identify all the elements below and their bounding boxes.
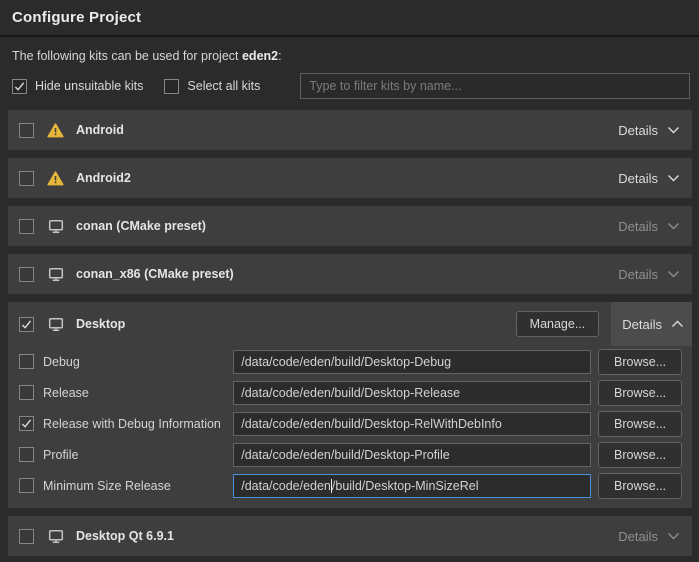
config-label: Release with Debug Information (43, 417, 233, 431)
details-label: Details (618, 123, 658, 138)
kits-hint-text: The following kits can be used for proje… (0, 37, 699, 63)
kit-name: Android2 (76, 171, 131, 185)
details-label: Details (618, 171, 658, 186)
hide-unsuitable-kits-option[interactable]: Hide unsuitable kits (12, 79, 143, 94)
config-label: Debug (43, 355, 233, 369)
config-checkbox[interactable] (19, 478, 34, 493)
details-label: Details (618, 267, 658, 282)
chevron-down-icon (667, 532, 680, 540)
select-all-checkbox[interactable] (164, 79, 179, 94)
build-config-row-debug: Debug Browse... (8, 346, 692, 377)
details-button[interactable]: Details (616, 529, 682, 544)
build-dir-input[interactable] (233, 412, 591, 436)
kit-name: Android (76, 123, 124, 137)
build-dir-input-focused[interactable]: /data/code/eden/build/Desktop-MinSizeRel (233, 474, 591, 498)
browse-button[interactable]: Browse... (598, 349, 682, 375)
browse-button[interactable]: Browse... (598, 473, 682, 499)
chevron-up-icon (671, 320, 684, 328)
checkmark-icon (21, 319, 32, 330)
browse-button[interactable]: Browse... (598, 442, 682, 468)
hide-unsuitable-label: Hide unsuitable kits (35, 79, 143, 93)
manage-button[interactable]: Manage... (516, 311, 600, 337)
details-button[interactable]: Details (616, 267, 682, 282)
kit-row-desktop: Desktop Manage... Details (8, 302, 692, 346)
chevron-down-icon (667, 174, 680, 182)
warning-icon (47, 171, 64, 186)
config-checkbox[interactable] (19, 416, 34, 431)
kit-filter-input[interactable] (300, 73, 690, 99)
details-label: Details (622, 317, 662, 332)
details-button[interactable]: Details (616, 219, 682, 234)
kit-panel-desktop: Desktop Manage... Details Debug Browse..… (8, 302, 692, 508)
kit-row-conan-x86: conan_x86 (CMake preset) Details (8, 254, 692, 294)
config-label: Minimum Size Release (43, 479, 233, 493)
details-label: Details (618, 219, 658, 234)
kit-row-desktop-qt-691: Desktop Qt 6.9.1 Details (8, 516, 692, 556)
browse-button[interactable]: Browse... (598, 380, 682, 406)
kit-row-android2: Android2 Details (8, 158, 692, 198)
configure-project-page: Configure Project The following kits can… (0, 0, 699, 562)
kit-row-android: Android Details (8, 110, 692, 150)
kit-row-conan: conan (CMake preset) Details (8, 206, 692, 246)
details-button[interactable]: Details (616, 171, 682, 186)
checkmark-icon (21, 418, 32, 429)
path-text-before-cursor: /data/code/eden (241, 479, 331, 493)
details-button-expanded[interactable]: Details (611, 302, 692, 346)
checkmark-icon (14, 81, 25, 92)
config-checkbox[interactable] (19, 385, 34, 400)
details-label: Details (618, 529, 658, 544)
build-config-row-release: Release Browse... (8, 377, 692, 408)
kit-name: Desktop (76, 317, 125, 331)
select-all-kits-option[interactable]: Select all kits (164, 79, 260, 94)
build-config-row-relwithdebinfo: Release with Debug Information Browse... (8, 408, 692, 439)
config-label: Release (43, 386, 233, 400)
build-config-row-profile: Profile Browse... (8, 439, 692, 470)
kit-checkbox[interactable] (19, 171, 34, 186)
chevron-down-icon (667, 126, 680, 134)
filter-bar: Hide unsuitable kits Select all kits (12, 73, 690, 99)
build-dir-input[interactable] (233, 350, 591, 374)
kit-checkbox[interactable] (19, 267, 34, 282)
kits-hint-suffix: : (278, 49, 281, 63)
select-all-label: Select all kits (187, 79, 260, 93)
desktop-icon (47, 317, 64, 332)
kits-hint-prefix: The following kits can be used for proje… (12, 49, 242, 63)
details-button[interactable]: Details (616, 123, 682, 138)
chevron-down-icon (667, 222, 680, 230)
config-label: Profile (43, 448, 233, 462)
config-checkbox[interactable] (19, 447, 34, 462)
build-config-row-minsizerel: Minimum Size Release /data/code/eden/bui… (8, 470, 692, 501)
desktop-icon (47, 219, 64, 234)
build-dir-input[interactable] (233, 381, 591, 405)
project-name: eden2 (242, 49, 278, 63)
kit-name: Desktop Qt 6.9.1 (76, 529, 174, 543)
kit-list: Android Details Android2 Details (8, 110, 692, 556)
page-header: Configure Project (0, 0, 699, 37)
chevron-down-icon (667, 270, 680, 278)
config-checkbox[interactable] (19, 354, 34, 369)
warning-icon (47, 123, 64, 138)
kit-checkbox[interactable] (19, 123, 34, 138)
kit-checkbox[interactable] (19, 317, 34, 332)
kit-name: conan_x86 (CMake preset) (76, 267, 234, 281)
kit-checkbox[interactable] (19, 219, 34, 234)
desktop-icon (47, 529, 64, 544)
path-text-after-cursor: /build/Desktop-MinSizeRel (332, 479, 479, 493)
page-title: Configure Project (12, 9, 687, 26)
kit-name: conan (CMake preset) (76, 219, 206, 233)
kit-checkbox[interactable] (19, 529, 34, 544)
browse-button[interactable]: Browse... (598, 411, 682, 437)
build-dir-input[interactable] (233, 443, 591, 467)
desktop-icon (47, 267, 64, 282)
hide-unsuitable-checkbox[interactable] (12, 79, 27, 94)
